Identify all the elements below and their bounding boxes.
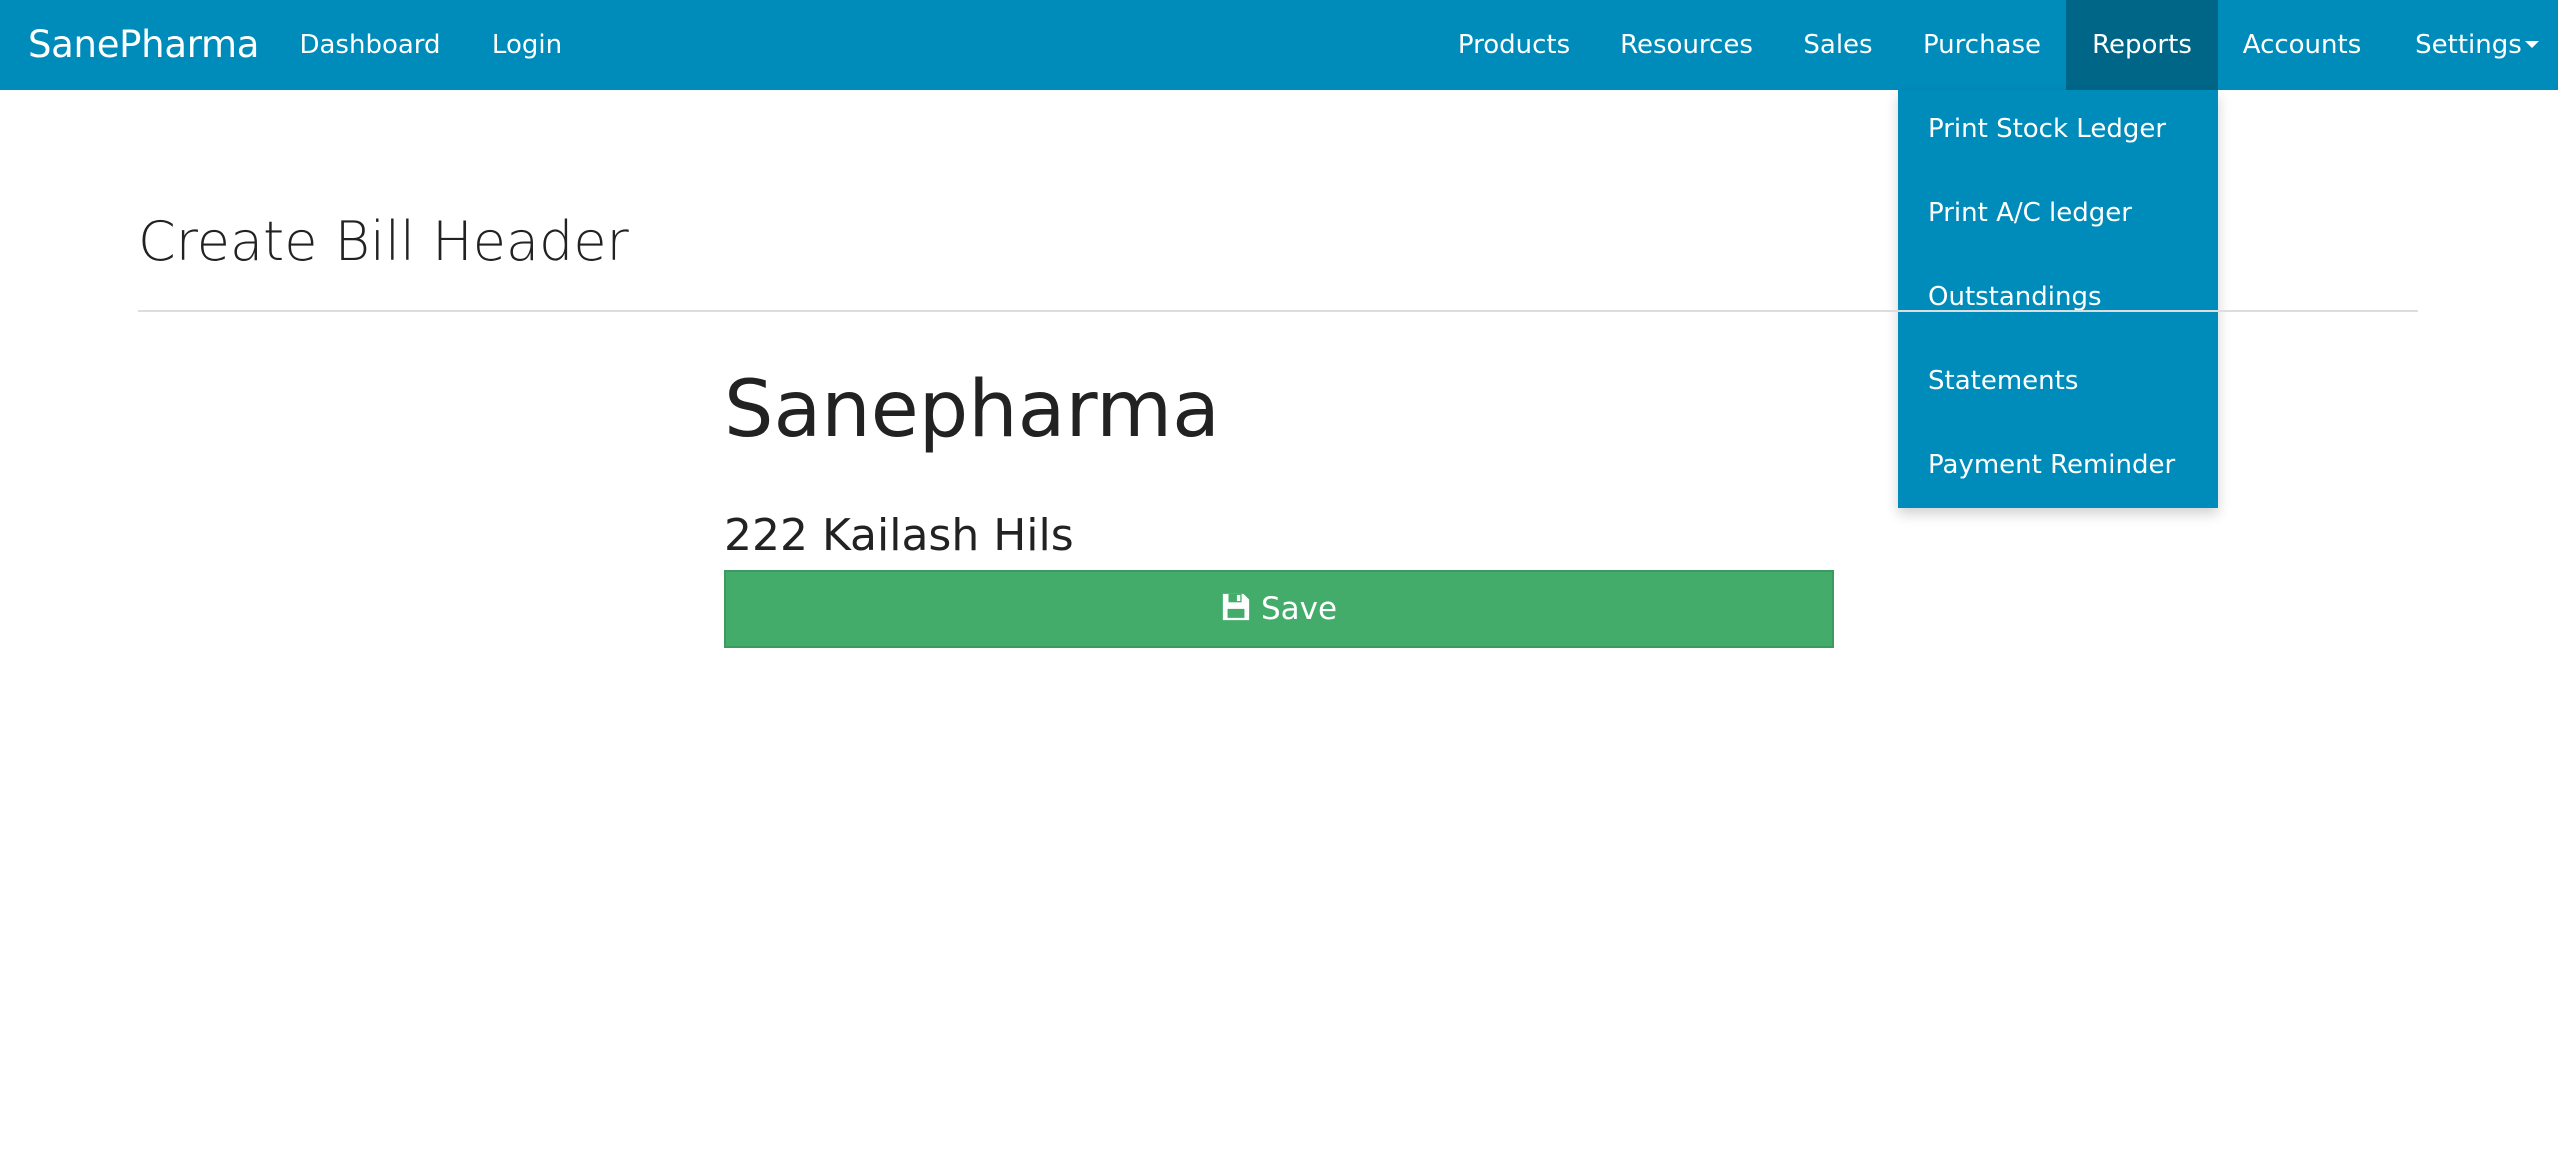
nav-dashboard[interactable]: Dashboard	[288, 0, 452, 90]
menu-item-outstandings[interactable]: Outstandings	[1928, 282, 2102, 312]
title-divider	[138, 310, 2418, 312]
menu-item-print-stock-ledger[interactable]: Print Stock Ledger	[1928, 114, 2166, 144]
nav-products[interactable]: Products	[1444, 0, 1584, 90]
chevron-down-icon	[2524, 41, 2539, 48]
nav-purchase[interactable]: Purchase	[1910, 0, 2054, 90]
nav-resources[interactable]: Resources	[1604, 0, 1769, 90]
nav-reports[interactable]: Reports	[2066, 0, 2218, 90]
company-name: Sanepharma	[724, 365, 1220, 455]
save-button-label: Save	[1260, 591, 1338, 627]
nav-settings-label: Settings	[2415, 30, 2522, 60]
nav-login[interactable]: Login	[472, 0, 582, 90]
menu-item-statements[interactable]: Statements	[1928, 366, 2078, 396]
page-title: Create Bill Header	[138, 210, 629, 273]
menu-item-print-ac-ledger[interactable]: Print A/C ledger	[1928, 198, 2132, 228]
reports-dropdown-menu: Print Stock Ledger Print A/C ledger Outs…	[1898, 90, 2218, 508]
company-address: 222 Kailash Hils	[724, 510, 1074, 561]
top-navbar: SanePharma Dashboard Login Products Reso…	[0, 0, 2558, 90]
menu-item-payment-reminder[interactable]: Payment Reminder	[1928, 450, 2175, 480]
floppy-disk-icon	[1222, 593, 1250, 621]
nav-accounts[interactable]: Accounts	[2230, 0, 2374, 90]
nav-settings[interactable]: Settings	[2402, 0, 2552, 90]
brand-logo[interactable]: SanePharma	[28, 0, 259, 90]
nav-sales[interactable]: Sales	[1790, 0, 1886, 90]
save-button[interactable]: Save	[724, 570, 1834, 648]
